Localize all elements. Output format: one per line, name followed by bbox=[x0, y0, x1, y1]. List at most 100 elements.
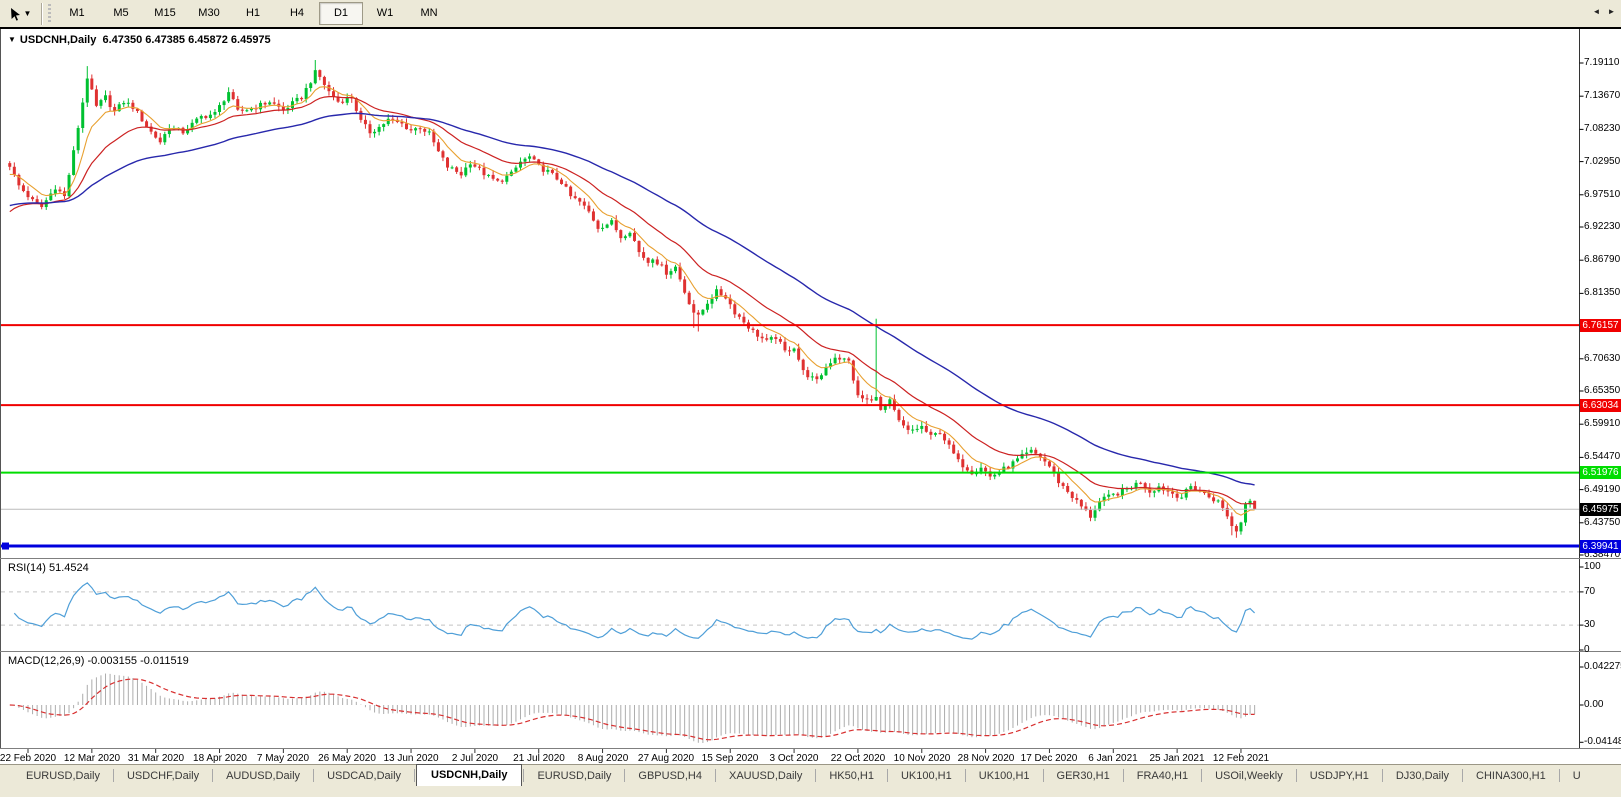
price-axis-label[interactable]: 6.86790 bbox=[1584, 254, 1620, 265]
cursor-tool-button[interactable]: ▼ bbox=[2, 2, 38, 26]
candle-body bbox=[409, 129, 413, 131]
candle-body bbox=[359, 110, 363, 120]
chart-tab-usoil-weekly[interactable]: USOil,Weekly bbox=[1203, 766, 1295, 786]
candle-body bbox=[1216, 500, 1220, 502]
candle-body bbox=[664, 264, 668, 275]
chart-window: 0.042275 0.00 -0.04148 7.19110 7.13670 7.0823… bbox=[0, 27, 1621, 764]
toolbar-drag-handle[interactable] bbox=[48, 3, 51, 24]
candle-body bbox=[104, 95, 108, 101]
candle-body bbox=[300, 97, 304, 100]
chart-tab-ger30-h1[interactable]: GER30,H1 bbox=[1045, 766, 1122, 786]
candle-body bbox=[386, 118, 390, 125]
candle-body bbox=[35, 199, 39, 203]
chart-tab-hk50-h1[interactable]: HK50,H1 bbox=[817, 766, 886, 786]
candle-body bbox=[218, 105, 222, 113]
candle-body bbox=[245, 110, 249, 112]
rsi-line[interactable] bbox=[13, 582, 1256, 640]
chart-tab-usdjpy-h1[interactable]: USDJPY,H1 bbox=[1298, 766, 1381, 786]
candle-body bbox=[1061, 483, 1065, 486]
macd-axis-label[interactable]: 0.042275 bbox=[1584, 661, 1621, 672]
candle-body bbox=[231, 92, 235, 100]
candle-body bbox=[619, 230, 623, 239]
candle-body bbox=[12, 166, 16, 175]
chart-tab-eurusd-daily[interactable]: EURUSD,Daily bbox=[525, 766, 623, 786]
tab-divider bbox=[1558, 769, 1560, 782]
price-axis-label[interactable]: 7.19110 bbox=[1584, 57, 1619, 68]
candle-body bbox=[569, 186, 573, 197]
candle-body bbox=[126, 102, 130, 104]
current-price-badge[interactable]: 6.45975 bbox=[1580, 503, 1621, 516]
chart-symbol-period: USDCNH,Daily bbox=[19, 34, 97, 46]
price-level-badge[interactable]: 6.39941 bbox=[1580, 540, 1621, 553]
price-level-badge[interactable]: 6.63034 bbox=[1580, 399, 1621, 412]
candle-body bbox=[847, 358, 851, 361]
ma-line-fast[interactable] bbox=[9, 86, 1255, 516]
chart-tab-audusd-daily[interactable]: AUDUSD,Daily bbox=[214, 766, 312, 786]
chart-tab-china300-h1[interactable]: CHINA300,H1 bbox=[1464, 766, 1558, 786]
timeframe-button-h1[interactable]: H1 bbox=[231, 2, 275, 25]
price-axis-label[interactable]: 6.97510 bbox=[1584, 189, 1620, 200]
timeframe-button-m15[interactable]: M15 bbox=[143, 2, 187, 25]
price-axis-label[interactable]: 7.13670 bbox=[1584, 90, 1620, 101]
price-axis-label[interactable]: 6.70630 bbox=[1584, 353, 1620, 364]
timeframe-button-m1[interactable]: M1 bbox=[55, 2, 99, 25]
candle-body bbox=[842, 358, 846, 360]
price-axis-label[interactable]: 6.43750 bbox=[1584, 517, 1620, 528]
tab-scroll-right-icon[interactable]: ► bbox=[1605, 4, 1618, 19]
macd-axis-label[interactable]: -0.04148 bbox=[1584, 736, 1621, 747]
macd-axis-label[interactable]: 0.00 bbox=[1584, 699, 1603, 710]
chart-tab-usdchf-daily[interactable]: USDCHF,Daily bbox=[115, 766, 211, 786]
rsi-axis-label[interactable]: 70 bbox=[1584, 586, 1595, 597]
price-axis-label[interactable]: 6.65350 bbox=[1584, 385, 1620, 396]
candle-body bbox=[546, 169, 550, 172]
price-axis-label[interactable]: 6.54470 bbox=[1584, 451, 1620, 462]
timeframe-button-d1[interactable]: D1 bbox=[319, 2, 363, 25]
chart-tab-usdcnh-daily[interactable]: USDCNH,Daily bbox=[416, 764, 523, 786]
candle-body bbox=[181, 127, 185, 134]
price-level-badge[interactable]: 6.51976 bbox=[1580, 466, 1621, 479]
chart-tab-xauusd-daily[interactable]: XAUUSD,Daily bbox=[717, 766, 814, 786]
timeframe-button-w1[interactable]: W1 bbox=[363, 2, 407, 25]
timeframe-button-m5[interactable]: M5 bbox=[99, 2, 143, 25]
timeframe-button-mn[interactable]: MN bbox=[407, 2, 451, 25]
chart-tab-uk100-h1[interactable]: UK100,H1 bbox=[889, 766, 964, 786]
candle-body bbox=[874, 396, 878, 401]
tab-divider bbox=[414, 769, 416, 782]
ma-line-mid[interactable] bbox=[9, 95, 1255, 505]
rsi-axis-label[interactable]: 0 bbox=[1584, 644, 1590, 655]
chart-tab-dj30-daily[interactable]: DJ30,Daily bbox=[1384, 766, 1461, 786]
tab-scroll-left-icon[interactable]: ◄ bbox=[1590, 4, 1603, 19]
chart-canvas[interactable] bbox=[0, 29, 1621, 766]
tab-divider bbox=[523, 769, 525, 782]
chart-tab-u[interactable]: U bbox=[1561, 766, 1593, 786]
price-axis-label[interactable]: 6.81350 bbox=[1584, 287, 1620, 298]
price-level-badge[interactable]: 6.76157 bbox=[1580, 319, 1621, 332]
ma-line-slow[interactable] bbox=[9, 112, 1255, 486]
line-drag-handle[interactable] bbox=[2, 542, 9, 550]
price-axis-label[interactable]: 7.02950 bbox=[1584, 156, 1620, 167]
candle-body bbox=[870, 399, 874, 401]
candle-body bbox=[94, 89, 98, 106]
candle-body bbox=[719, 289, 723, 296]
chart-tab-gbpusd-h4[interactable]: GBPUSD,H4 bbox=[626, 766, 714, 786]
chart-dropdown-icon[interactable]: ▼ bbox=[8, 35, 16, 44]
timeframe-button-m30[interactable]: M30 bbox=[187, 2, 231, 25]
candle-body bbox=[783, 341, 787, 351]
timeframe-button-h4[interactable]: H4 bbox=[275, 2, 319, 25]
chart-tab-usdcad-daily[interactable]: USDCAD,Daily bbox=[315, 766, 413, 786]
candle-body bbox=[341, 101, 345, 103]
candle-body bbox=[154, 131, 158, 138]
price-axis-label[interactable]: 7.08230 bbox=[1584, 123, 1620, 134]
candle-body bbox=[213, 112, 217, 115]
price-axis-label[interactable]: 6.92230 bbox=[1584, 221, 1620, 232]
price-axis-label[interactable]: 6.49190 bbox=[1584, 484, 1620, 495]
rsi-axis-label[interactable]: 100 bbox=[1584, 561, 1601, 572]
date-axis-label[interactable]: 12 Feb 2021 bbox=[1199, 753, 1283, 764]
chart-tab-uk100-h1[interactable]: UK100,H1 bbox=[967, 766, 1042, 786]
candle-body bbox=[1180, 497, 1184, 499]
candle-body bbox=[441, 151, 445, 158]
price-axis-label[interactable]: 6.59910 bbox=[1584, 418, 1620, 429]
rsi-axis-label[interactable]: 30 bbox=[1584, 619, 1595, 630]
chart-tab-fra40-h1[interactable]: FRA40,H1 bbox=[1125, 766, 1200, 786]
chart-tab-eurusd-daily[interactable]: EURUSD,Daily bbox=[14, 766, 112, 786]
